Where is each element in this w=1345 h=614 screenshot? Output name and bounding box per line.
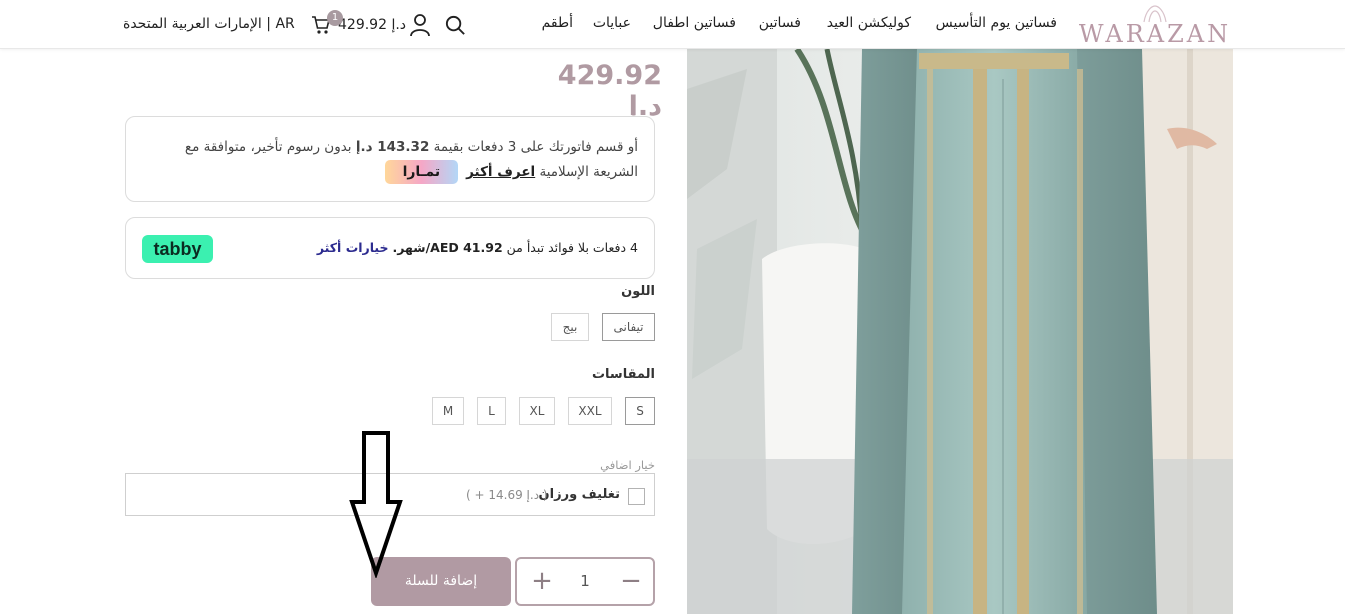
tabby-text: 4 دفعات بلا فوائد تبدأ من AED 41.92/شهر.… [317, 240, 638, 255]
tamara-learn-more-link[interactable]: اعرف أكثر [466, 164, 535, 180]
gift-wrap-checkbox[interactable] [628, 488, 645, 505]
nav-sets[interactable]: أطقم [542, 15, 573, 31]
cart-total[interactable]: 429.92 د.إ [338, 17, 406, 33]
tabby-installments-box: 4 دفعات بلا فوائد تبدأ من AED 41.92/شهر.… [125, 217, 655, 279]
quantity-stepper: + 1 − [515, 557, 655, 606]
tamara-text: أو قسم فاتورتك على 3 دفعات بقيمة 143.32 … [138, 135, 638, 185]
tamara-logo: تمـارا [384, 160, 458, 184]
size-option-xxl[interactable]: XXL [568, 397, 612, 425]
site-header: WARAZAN فساتين يوم التأسيس كوليكشن العيد… [0, 0, 1345, 49]
tabby-text-before: 4 دفعات بلا فوائد تبدأ من [506, 240, 638, 255]
down-arrow-icon [349, 431, 403, 578]
warazan-logo[interactable]: WARAZAN [1074, 4, 1236, 48]
tabby-more-options-link[interactable]: خيارات أكثر [317, 240, 389, 255]
cart-count-badge: 1 [327, 10, 343, 26]
product-image[interactable] [687, 49, 1233, 614]
size-option-l[interactable]: L [477, 397, 506, 425]
quantity-minus-button[interactable]: − [618, 568, 644, 595]
nav-kids-dresses[interactable]: فساتين اطفال [653, 15, 736, 31]
size-option-xl[interactable]: XL [519, 397, 555, 425]
search-icon[interactable] [444, 14, 467, 37]
color-option-tiffany[interactable]: تيفانى [602, 313, 655, 341]
quantity-value[interactable]: 1 [572, 572, 598, 590]
quantity-plus-button[interactable]: + [529, 568, 555, 595]
region-language-selector[interactable]: الإمارات العربية المتحدة | AR [123, 16, 295, 32]
sizes-label: المقاسات [591, 367, 655, 382]
size-option-m[interactable]: M [432, 397, 464, 425]
nav-founding-day-dresses[interactable]: فساتين يوم التأسيس [936, 15, 1057, 31]
gift-wrap-label: تغليف ورزان [538, 487, 620, 502]
account-icon[interactable] [409, 13, 431, 37]
size-option-s[interactable]: S [625, 397, 655, 425]
product-photo-teal-kaftan [687, 49, 1233, 614]
extra-option-label: خيار اضافي [600, 458, 655, 472]
tamara-amount: 143.32 د.إ [355, 139, 430, 155]
tamara-line1: أو قسم فاتورتك على 3 دفعات بقيمة [433, 139, 638, 155]
color-label: اللون [621, 284, 655, 299]
nav-abayas[interactable]: عبايات [593, 15, 631, 31]
logo-text: WARAZAN [1078, 20, 1232, 48]
tabby-amount: AED 41.92/شهر. [392, 240, 503, 255]
color-option-beige[interactable]: بيج [551, 313, 589, 341]
gift-wrap-price: ( + 14.69 د.إ ) [466, 488, 548, 502]
product-price: 429.92 د.إ [557, 60, 662, 122]
nav-dresses[interactable]: فساتين [759, 15, 801, 31]
tabby-logo: tabby [142, 235, 213, 263]
tamara-installments-box: أو قسم فاتورتك على 3 دفعات بقيمة 143.32 … [125, 116, 655, 202]
nav-eid-collection[interactable]: كوليكشن العيد [827, 15, 911, 31]
